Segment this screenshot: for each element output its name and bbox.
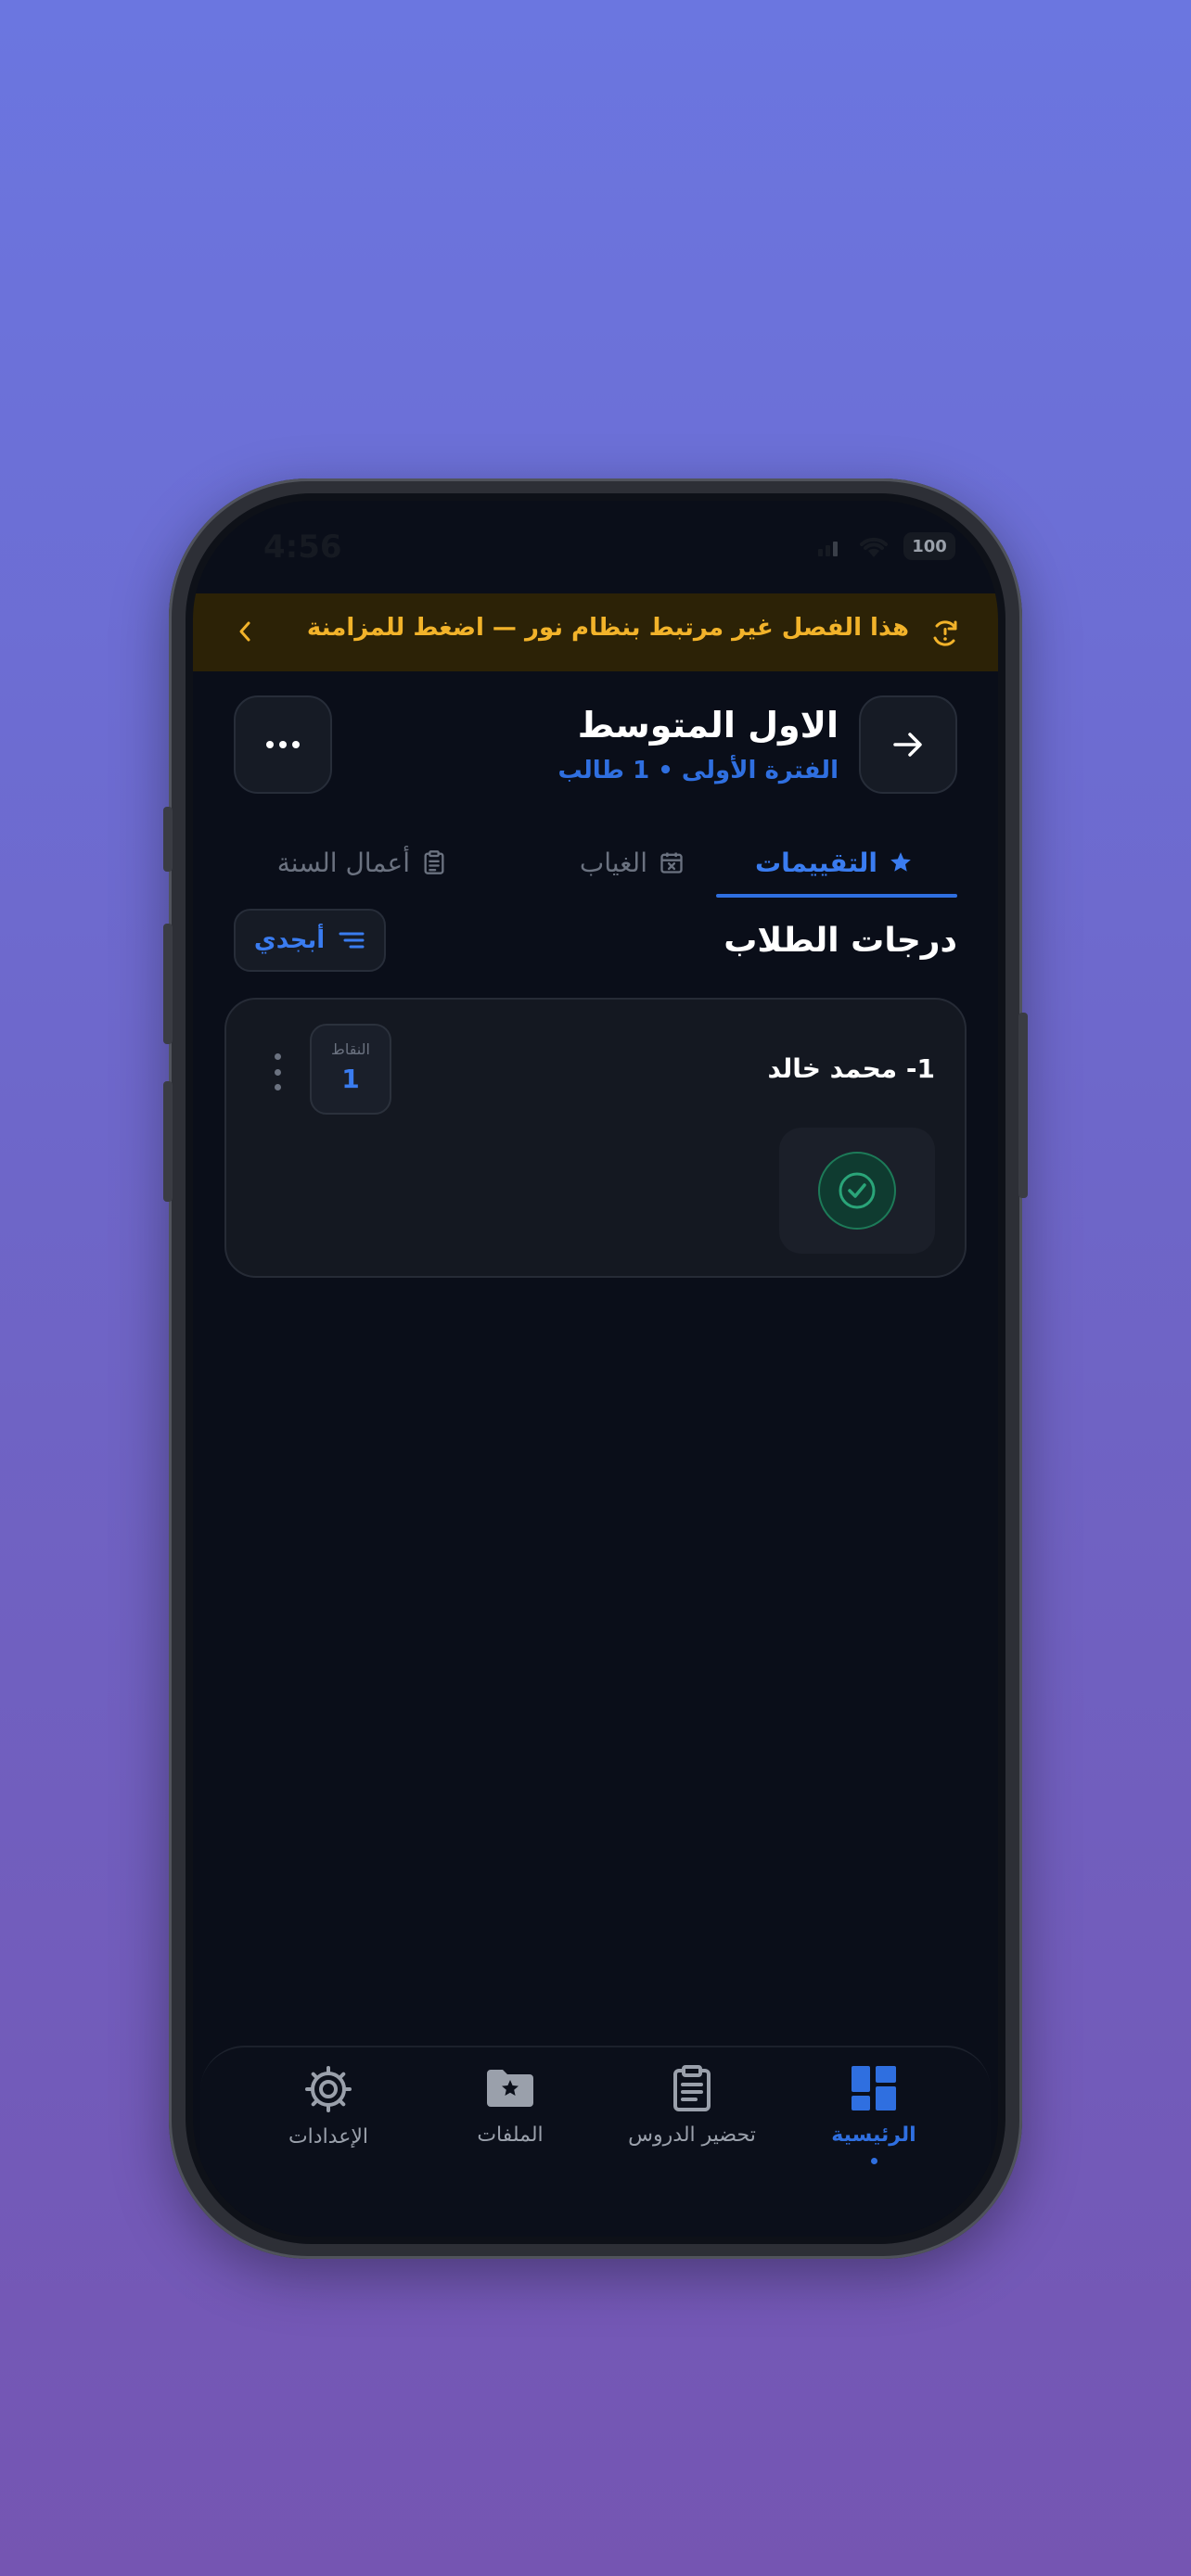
tab-evaluations[interactable]: التقييمات — [755, 825, 913, 899]
nav-label: الرئيسية — [831, 2123, 916, 2147]
attendance-status-tile[interactable] — [779, 1128, 935, 1254]
check-circle-icon — [818, 1152, 896, 1230]
dashboard-icon — [852, 2066, 896, 2111]
student-card[interactable]: 1- محمد خالد النقاط 1 — [224, 998, 967, 1278]
nav-files[interactable]: الملفات — [417, 2064, 603, 2147]
sort-label: أبجدي — [253, 926, 326, 954]
folder-star-icon — [487, 2070, 533, 2107]
nav-label: الملفات — [477, 2123, 544, 2147]
battery-level: 100 — [912, 536, 947, 556]
nav-lesson-prep[interactable]: تحضير الدروس — [599, 2064, 785, 2147]
tab-label: التقييمات — [755, 847, 877, 878]
sync-banner-text: هذا الفصل غير مرتبط بنظام نور — اضغط للم… — [306, 614, 909, 642]
sync-banner[interactable]: هذا الفصل غير مرتبط بنظام نور — اضغط للم… — [193, 593, 998, 671]
more-horizontal-icon — [266, 741, 300, 748]
gear-icon — [305, 2066, 352, 2112]
class-title: الاول المتوسط — [577, 705, 839, 746]
tab-year-work[interactable]: أعمال السنة — [277, 825, 447, 899]
nav-settings[interactable]: الإعدادات — [236, 2064, 421, 2149]
status-bar: 4:56 100 — [193, 501, 998, 593]
active-nav-dot — [870, 2158, 877, 2164]
more-vertical-icon[interactable] — [273, 1053, 282, 1090]
nav-label: الإعدادات — [288, 2125, 369, 2149]
nav-home[interactable]: الرئيسية — [781, 2064, 967, 2164]
tab-bar: التقييمات الغياب أعمال السنة — [193, 825, 998, 899]
section-title: درجات الطلاب — [724, 922, 957, 960]
active-tab-indicator — [716, 894, 957, 898]
signal-icon — [818, 542, 838, 556]
arrow-right-icon — [893, 733, 922, 757]
tab-absence[interactable]: الغياب — [580, 825, 685, 899]
more-options-button[interactable] — [234, 695, 332, 794]
side-button-volume-up — [163, 924, 173, 1044]
sort-icon — [339, 932, 365, 949]
side-button-volume-down — [163, 1081, 173, 1202]
side-button-silent — [163, 807, 173, 872]
tab-label: أعمال السنة — [276, 847, 410, 878]
wifi-icon — [860, 537, 888, 557]
student-name: 1- محمد خالد — [767, 1053, 935, 1084]
clipboard-list-icon — [673, 2065, 711, 2111]
status-time: 4:56 — [263, 529, 342, 566]
points-badge: النقاط 1 — [310, 1024, 391, 1115]
sort-button[interactable]: أبجدي — [234, 909, 386, 972]
sync-warning-icon — [933, 620, 957, 646]
clipboard-icon — [424, 850, 444, 874]
points-value: 1 — [341, 1064, 360, 1094]
star-icon — [890, 852, 911, 872]
tab-label: الغياب — [579, 847, 647, 878]
points-label: النقاط — [331, 1040, 370, 1058]
nav-label: تحضير الدروس — [628, 2123, 756, 2147]
status-icons: 100 — [816, 532, 955, 560]
back-button[interactable] — [859, 695, 957, 794]
battery-indicator: 100 — [903, 532, 955, 560]
calendar-x-icon — [660, 852, 683, 874]
page-header: الاول المتوسط الفترة الأولى • 1 طالب — [193, 695, 998, 807]
chevron-left-icon — [239, 621, 250, 642]
bottom-navigation: الرئيسية تحضير الدروس الملفات الإعدادات — [200, 2046, 991, 2237]
app-screen: 4:56 100 هذا الفصل غير مرتبط بنظام نور —… — [193, 501, 998, 2237]
class-subtitle: الفترة الأولى • 1 طالب — [557, 757, 839, 784]
side-button-power — [1018, 1013, 1028, 1198]
